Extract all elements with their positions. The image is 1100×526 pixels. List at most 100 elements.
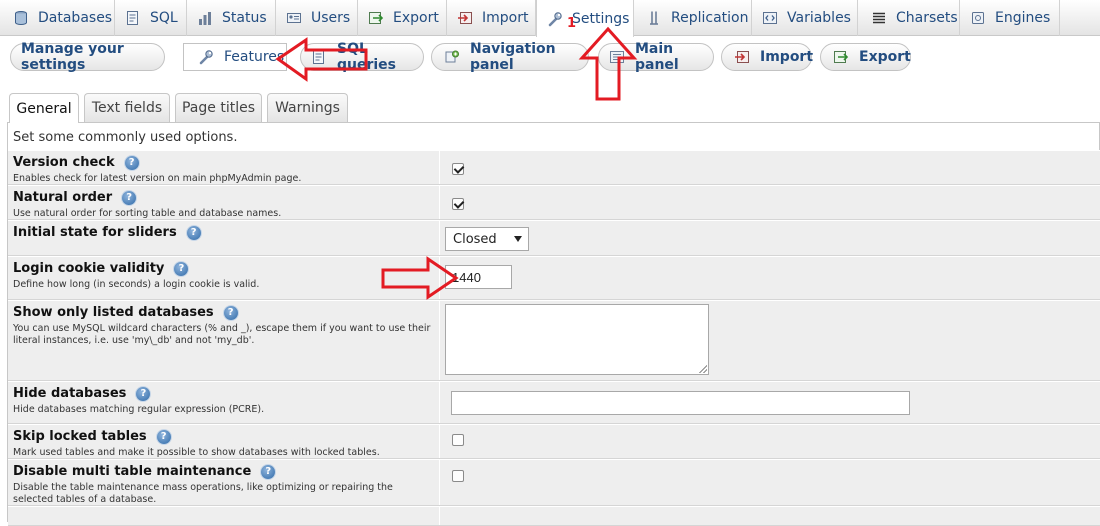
setting-label-cell [8,507,440,525]
settings-nav-features[interactable]: Features [183,43,287,71]
tab-engines[interactable]: Engines [960,0,1060,36]
settings-nav-import[interactable]: Import [721,43,814,71]
tab-label: Engines [995,10,1051,26]
tab-databases[interactable]: Databases [0,0,115,36]
setting-row-initial-slider-state: Initial state for sliders ? Closed [8,220,1100,256]
annotation-marker: 1 [567,16,577,31]
setting-label: Disable multi table maintenance ? [13,464,276,479]
setting-label: Skip locked tables ? [13,429,171,444]
settings-nav-label: Navigation panel [470,41,556,73]
setting-description: Use natural order for sorting table and … [13,208,282,219]
main-panel-icon [610,51,624,63]
tab-label: Databases [38,10,113,26]
tab-label: Page titles [181,100,255,116]
resize-grip-icon[interactable] [699,365,707,373]
setting-row-next-partial [8,506,1100,526]
setting-label-text: Login cookie validity [13,261,165,276]
tab-label: Text fields [91,100,163,116]
help-icon[interactable]: ? [186,225,201,240]
tab-status[interactable]: Status [187,0,276,36]
setting-label-text: Initial state for sliders [13,225,177,240]
panel-intro: Set some commonly used options. [13,130,238,145]
settings-nav-sql-queries[interactable]: SQL queries [300,41,424,73]
disable-multi-table-maintenance-checkbox[interactable] [452,470,464,482]
setting-label: Login cookie validity ? [13,261,189,276]
setting-label-text: Version check [13,155,115,170]
sql-icon [127,11,138,25]
setting-label-cell: Initial state for sliders ? [8,221,440,255]
select-value: Closed [453,231,497,247]
setting-label-text: Hide databases [13,386,127,401]
settings-nav-export[interactable]: Export [820,43,911,71]
top-navigation-bar: Databases SQL Status Users Export Import… [0,0,1100,37]
settings-nav-label: Manage your settings [21,41,124,73]
setting-description: Hide databases matching regular expressi… [13,404,265,415]
tab-label: Import [482,10,529,26]
settings-nav-label: Features [224,49,285,65]
export-icon [369,12,384,24]
settings-nav-navigation-panel[interactable]: Navigation panel [431,41,589,73]
setting-row-show-listed-databases: Show only listed databases ? You can use… [8,300,1100,381]
show-listed-databases-textarea[interactable] [445,304,709,375]
settings-nav-label: SQL queries [337,41,397,73]
tab-import[interactable]: Import [447,0,536,36]
wrench-icon [548,11,562,26]
setting-label-text: Skip locked tables [13,429,147,444]
settings-nav-label: Import [760,49,814,65]
setting-label-cell: Version check ? Enables check for latest… [8,151,440,184]
tab-label: Replication [671,10,749,26]
replication-icon [650,11,658,25]
help-icon[interactable]: ? [122,190,137,205]
login-cookie-validity-input[interactable]: 1440 [445,265,512,289]
setting-label-cell: Login cookie validity ? Define how long … [8,257,440,299]
tab-page-titles[interactable]: Page titles [175,93,262,122]
tab-sql[interactable]: SQL [115,0,187,36]
navigation-icon [445,50,459,63]
tab-export[interactable]: Export [358,0,447,36]
settings-panel: Set some commonly used options. Version … [7,122,1100,526]
tab-label: SQL [150,10,178,26]
settings-nav-main-panel[interactable]: Main panel [598,41,714,73]
help-icon[interactable]: ? [136,386,151,401]
tab-replication[interactable]: Replication [634,0,752,36]
skip-locked-tables-checkbox[interactable] [452,434,464,446]
tab-general[interactable]: General [9,93,79,123]
tab-variables[interactable]: Variables [752,0,858,36]
tab-users[interactable]: Users [276,0,358,36]
help-icon[interactable]: ? [124,155,139,170]
tab-label: Export [393,10,439,26]
database-icon [15,11,27,26]
natural-order-checkbox[interactable] [452,198,464,210]
tab-label: Variables [787,10,851,26]
tab-warnings[interactable]: Warnings [267,93,348,122]
tab-label: General [16,100,72,117]
settings-nav-manage[interactable]: Manage your settings [10,41,165,73]
help-icon[interactable]: ? [261,464,276,479]
setting-label-text: Show only listed databases [13,305,214,320]
tab-charsets[interactable]: Charsets [858,0,960,36]
setting-label: Show only listed databases ? [13,305,238,320]
help-icon[interactable]: ? [223,305,238,320]
setting-row-hide-databases: Hide databases ? Hide databases matching… [8,381,1100,424]
setting-label-text: Natural order [13,190,113,205]
export-icon [834,51,849,63]
help-icon[interactable]: ? [174,261,189,276]
tab-label: Users [311,10,351,26]
setting-row-skip-locked-tables: Skip locked tables ? Mark used tables an… [8,424,1100,459]
setting-row-disable-multi-table-maintenance: Disable multi table maintenance ? Disabl… [8,459,1100,506]
tab-text-fields[interactable]: Text fields [84,93,170,122]
setting-label-cell: Show only listed databases ? You can use… [8,301,440,380]
setting-label-cell: Disable multi table maintenance ? Disabl… [8,460,440,505]
import-icon [735,51,749,63]
help-icon[interactable]: ? [156,429,171,444]
initial-slider-state-select[interactable]: Closed [445,227,529,251]
users-icon [287,13,301,23]
tab-label: Settings [572,10,630,27]
setting-description: Disable the table maintenance mass opera… [13,482,393,505]
tab-settings[interactable]: Settings [536,0,634,37]
version-check-checkbox[interactable] [452,163,464,175]
wrench-icon [199,50,213,65]
chevron-down-icon [514,236,522,242]
variables-icon [763,12,777,24]
hide-databases-input[interactable] [451,391,910,415]
